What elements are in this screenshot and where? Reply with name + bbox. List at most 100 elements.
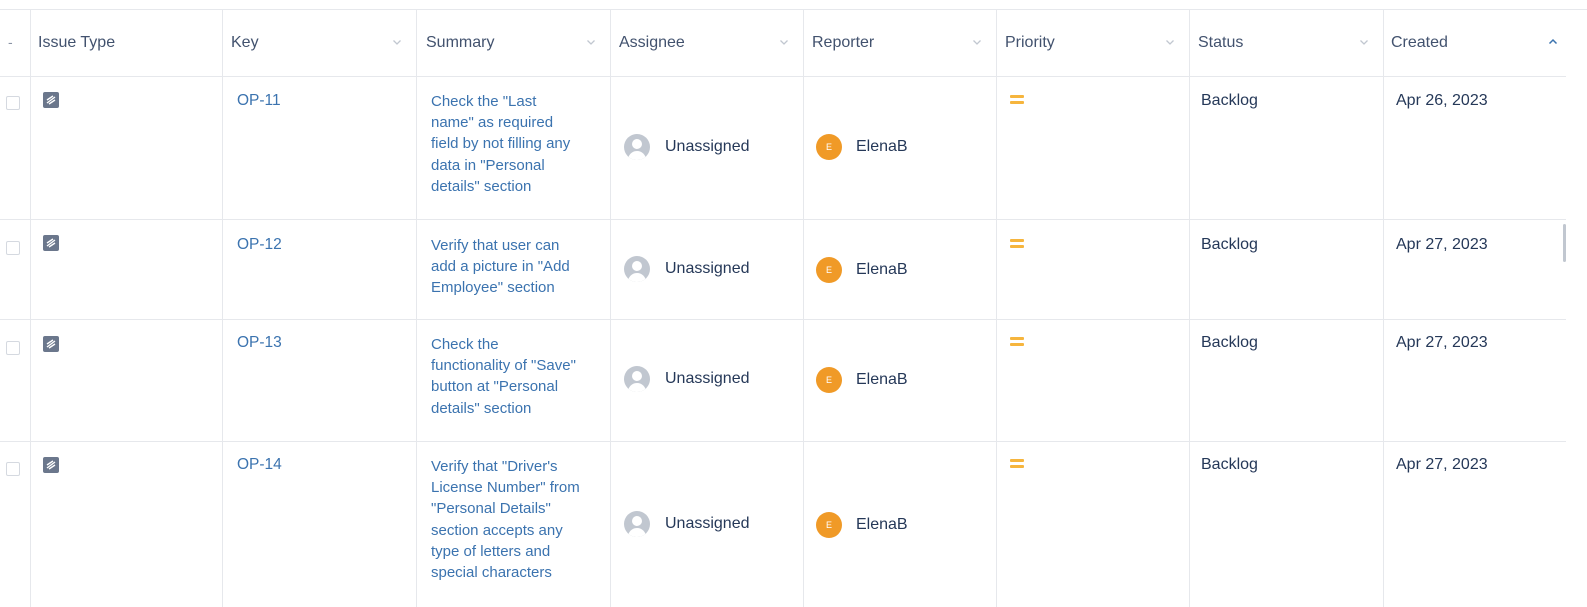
priority-medium-icon	[1010, 337, 1024, 347]
avatar	[624, 511, 650, 537]
reporter-name: ElenaB	[856, 516, 908, 533]
table-header: - Issue Type Key Summary Assignee Report…	[0, 10, 1566, 76]
assignee-cell[interactable]: Unassigned	[624, 366, 750, 392]
created-date: Apr 26, 2023	[1396, 92, 1488, 109]
assignee-name: Unassigned	[665, 260, 750, 277]
avatar	[624, 134, 650, 160]
table-row[interactable]: OP-14 Verify that "Driver's License Numb…	[0, 441, 1566, 607]
status-label: Backlog	[1201, 456, 1258, 473]
summary-line: Verify that user can	[431, 237, 560, 254]
table-row[interactable]: OP-12 Verify that user can add a picture…	[0, 219, 1566, 319]
issue-key-link[interactable]: OP-12	[237, 236, 282, 254]
avatar: E	[816, 257, 842, 283]
row-checkbox[interactable]	[6, 462, 20, 476]
assignee-cell[interactable]: Unassigned	[624, 134, 750, 160]
column-header-created[interactable]: Created	[1391, 10, 1566, 76]
assignee-cell[interactable]: Unassigned	[624, 256, 750, 282]
issue-summary-link[interactable]: Check the "Last name" as required field …	[431, 91, 609, 197]
priority-medium-icon	[1010, 239, 1024, 249]
summary-line: Check the	[431, 336, 499, 353]
summary-line: section accepts any	[431, 521, 563, 539]
issue-summary-link[interactable]: Check the functionality of "Save" button…	[431, 334, 609, 419]
summary-line: data in "Personal	[431, 156, 545, 174]
column-header-issue-type[interactable]: Issue Type	[38, 10, 222, 76]
chevron-down-icon[interactable]	[972, 37, 982, 47]
column-header-status[interactable]: Status	[1198, 10, 1383, 76]
issue-summary-link[interactable]: Verify that user can add a picture in "A…	[431, 235, 609, 299]
summary-line: special characters	[431, 564, 552, 582]
column-header-label: Created	[1391, 34, 1448, 51]
avatar	[624, 366, 650, 392]
assignee-name: Unassigned	[665, 370, 750, 387]
status-label: Backlog	[1201, 334, 1258, 351]
status-label: Backlog	[1201, 92, 1258, 109]
issue-summary-link[interactable]: Verify that "Driver's License Number" fr…	[431, 456, 609, 583]
reporter-cell[interactable]: E ElenaB	[816, 367, 908, 393]
priority-medium-icon	[1010, 95, 1024, 105]
column-header-label: Key	[231, 34, 259, 51]
created-date: Apr 27, 2023	[1396, 236, 1488, 253]
reporter-name: ElenaB	[856, 138, 908, 155]
summary-line: button at "Personal	[431, 378, 559, 396]
chevron-down-icon[interactable]	[1359, 37, 1369, 47]
summary-line: Check the "Last	[431, 93, 537, 110]
assignee-cell[interactable]: Unassigned	[624, 511, 750, 537]
summary-line: "Personal Details"	[431, 500, 551, 518]
select-all-toggle[interactable]: -	[8, 34, 13, 50]
chevron-up-icon[interactable]	[1548, 37, 1558, 47]
column-header-priority[interactable]: Priority	[1005, 10, 1189, 76]
table-row[interactable]: OP-11 Check the "Last name" as required …	[0, 76, 1566, 219]
avatar: E	[816, 512, 842, 538]
reporter-cell[interactable]: E ElenaB	[816, 512, 908, 538]
row-checkbox[interactable]	[6, 241, 20, 255]
column-header-label: Issue Type	[38, 34, 116, 51]
chevron-down-icon[interactable]	[392, 37, 402, 47]
summary-line: add a picture in "Add	[431, 258, 570, 276]
issue-key-link[interactable]: OP-14	[237, 456, 282, 474]
column-header-assignee[interactable]: Assignee	[619, 10, 803, 76]
avatar	[624, 256, 650, 282]
column-header-key[interactable]: Key	[231, 10, 422, 76]
test-case-icon	[43, 457, 59, 473]
issue-key-link[interactable]: OP-13	[237, 334, 282, 352]
row-checkbox[interactable]	[6, 96, 20, 110]
summary-line: name" as required	[431, 114, 554, 132]
summary-line: details" section	[431, 177, 532, 195]
row-checkbox[interactable]	[6, 341, 20, 355]
summary-line: Verify that "Driver's	[431, 458, 558, 475]
column-header-label: Assignee	[619, 34, 685, 51]
reporter-cell[interactable]: E ElenaB	[816, 134, 908, 160]
created-date: Apr 27, 2023	[1396, 456, 1488, 473]
avatar: E	[816, 367, 842, 393]
test-case-icon	[43, 336, 59, 352]
chevron-down-icon[interactable]	[586, 37, 596, 47]
summary-line: field by not filling any	[431, 135, 571, 153]
assignee-name: Unassigned	[665, 515, 750, 532]
test-case-icon	[43, 235, 59, 251]
summary-line: Employee" section	[431, 279, 555, 297]
assignee-name: Unassigned	[665, 138, 750, 155]
created-date: Apr 27, 2023	[1396, 334, 1488, 351]
priority-medium-icon	[1010, 459, 1024, 469]
test-case-icon	[43, 92, 59, 108]
column-header-label: Status	[1198, 34, 1244, 51]
column-header-label: Priority	[1005, 34, 1055, 51]
vertical-scrollbar[interactable]	[1563, 224, 1566, 262]
summary-line: details" section	[431, 399, 532, 417]
summary-line: License Number" from	[431, 479, 580, 497]
reporter-name: ElenaB	[856, 261, 908, 278]
reporter-name: ElenaB	[856, 371, 908, 388]
table-row[interactable]: OP-13 Check the functionality of "Save" …	[0, 319, 1566, 441]
summary-line: functionality of "Save"	[431, 357, 576, 375]
avatar: E	[816, 134, 842, 160]
reporter-cell[interactable]: E ElenaB	[816, 257, 908, 283]
column-header-label: Summary	[426, 34, 495, 51]
issue-key-link[interactable]: OP-11	[237, 92, 281, 110]
status-label: Backlog	[1201, 236, 1258, 253]
summary-line: type of letters and	[431, 542, 551, 560]
column-header-label: Reporter	[812, 34, 875, 51]
chevron-down-icon[interactable]	[1165, 37, 1175, 47]
column-header-summary[interactable]: Summary	[426, 10, 610, 76]
column-header-reporter[interactable]: Reporter	[812, 10, 996, 76]
chevron-down-icon[interactable]	[779, 37, 789, 47]
